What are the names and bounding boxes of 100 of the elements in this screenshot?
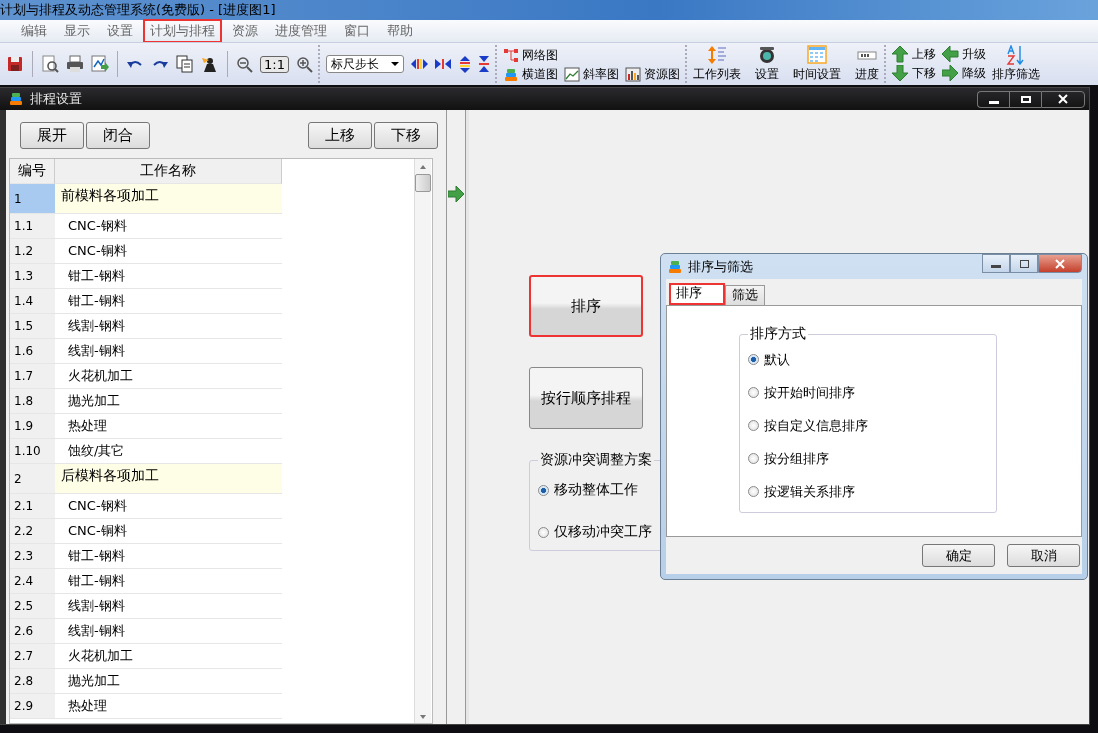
column-header[interactable]: 编号 — [10, 159, 55, 184]
table-cell: CNC-铜料 — [55, 239, 282, 264]
table-cell: 抛光加工 — [55, 389, 282, 414]
toolbar-button[interactable]: 上移 — [308, 122, 372, 149]
up-arrow-icon — [891, 46, 909, 63]
zoom-reset-button[interactable]: 1:1 — [260, 55, 289, 73]
toolbar-button[interactable]: 排序筛选 — [991, 45, 1040, 83]
view-button[interactable]: 资源图 — [624, 66, 680, 83]
vertical-collapse-icon[interactable] — [477, 55, 490, 73]
radio-button[interactable] — [748, 387, 759, 398]
row-number[interactable]: 2.9 — [10, 694, 55, 719]
menu-item[interactable]: 帮助 — [380, 19, 420, 43]
menu-item[interactable]: 编辑 — [14, 19, 54, 43]
row-number[interactable]: 1.9 — [10, 414, 55, 439]
collapse-arrows-icon[interactable] — [434, 58, 452, 70]
toolbar-button[interactable]: 下移 — [374, 122, 438, 149]
person-icon[interactable] — [201, 55, 219, 73]
table-cell: 钳工-钢料 — [55, 264, 282, 289]
radio-label: 移动整体工作 — [554, 481, 638, 499]
print-icon[interactable] — [66, 55, 84, 73]
scrollbar[interactable] — [414, 159, 431, 723]
maximize-button[interactable] — [1010, 254, 1038, 273]
row-number[interactable]: 2.7 — [10, 644, 55, 669]
tab[interactable]: 排序 — [669, 283, 725, 305]
close-button[interactable] — [1041, 90, 1085, 108]
row-number[interactable]: 1 — [10, 184, 55, 214]
row-number[interactable]: 1.8 — [10, 389, 55, 414]
column-header[interactable]: 工作名称 — [55, 159, 282, 184]
table-cell: 后模料各项加工 — [55, 464, 282, 494]
left-arrow-icon — [941, 46, 959, 63]
copy-icon[interactable] — [176, 55, 194, 73]
row-number[interactable]: 2.3 — [10, 544, 55, 569]
vertical-expand-icon[interactable] — [458, 55, 471, 73]
row-number[interactable]: 1.6 — [10, 339, 55, 364]
menu-item[interactable]: 资源 — [225, 19, 265, 43]
menu-item[interactable]: 显示 — [57, 19, 97, 43]
toolbar-button[interactable]: 时间设置 — [792, 45, 841, 83]
row-number[interactable]: 2.6 — [10, 619, 55, 644]
radio-button[interactable] — [748, 486, 759, 497]
maximize-button[interactable] — [1009, 90, 1041, 108]
scroll-thumb[interactable] — [415, 174, 431, 192]
expand-arrows-icon[interactable] — [410, 58, 428, 70]
row-number[interactable]: 1.1 — [10, 214, 55, 239]
minimize-button[interactable] — [977, 90, 1009, 108]
toolbar-button[interactable]: 工作列表 — [692, 45, 741, 83]
close-icon — [1055, 258, 1065, 269]
save-icon[interactable] — [6, 55, 24, 73]
toolbar-button[interactable]: 闭合 — [86, 122, 150, 149]
tab[interactable]: 筛选 — [725, 285, 765, 305]
toolbar-button[interactable]: 展开 — [20, 122, 84, 149]
radio-button[interactable] — [748, 354, 759, 365]
row-number[interactable]: 2.8 — [10, 669, 55, 694]
down-arrow-icon — [891, 65, 909, 82]
table-cell: 钳工-铜料 — [55, 569, 282, 594]
row-number[interactable]: 1.2 — [10, 239, 55, 264]
table-cell: 线割-钢料 — [55, 594, 282, 619]
row-number[interactable]: 2 — [10, 464, 55, 494]
right-arrow-icon[interactable] — [447, 186, 465, 203]
table-cell: 线割-铜料 — [55, 339, 282, 364]
minimize-button[interactable] — [982, 254, 1010, 273]
row-number[interactable]: 1.7 — [10, 364, 55, 389]
view-button[interactable]: 网络图 — [502, 47, 558, 64]
window-title: 计划与排程及动态管理系统(免费版) - [进度图1] — [0, 1, 276, 19]
menu-item[interactable]: 设置 — [100, 19, 140, 43]
stack-icon — [502, 67, 519, 82]
toolbar-button[interactable]: 上移 — [891, 46, 936, 63]
row-number[interactable]: 2.2 — [10, 519, 55, 544]
toolbar-button[interactable]: 进度 — [854, 45, 879, 83]
action-button[interactable]: 排序 — [529, 275, 643, 337]
row-number[interactable]: 2.4 — [10, 569, 55, 594]
dialog-button[interactable]: 取消 — [1007, 544, 1080, 567]
radio-button[interactable] — [538, 526, 549, 538]
menu-item[interactable]: 进度管理 — [268, 19, 334, 43]
row-number[interactable]: 1.5 — [10, 314, 55, 339]
dialog-button[interactable]: 确定 — [922, 544, 995, 567]
menu-item[interactable]: 窗口 — [337, 19, 377, 43]
toolbar-button[interactable]: 降级 — [941, 65, 986, 82]
row-number[interactable]: 2.5 — [10, 594, 55, 619]
toolbar-button[interactable]: 下移 — [891, 65, 936, 82]
row-number[interactable]: 1.3 — [10, 264, 55, 289]
right-arrow-icon — [941, 65, 959, 82]
scroll-down-icon — [420, 715, 426, 719]
radio-button[interactable] — [748, 453, 759, 464]
export-icon[interactable] — [91, 55, 109, 73]
close-icon — [1058, 94, 1068, 104]
zoom-out-icon[interactable] — [236, 55, 253, 73]
toolbar-button[interactable]: 升级 — [941, 46, 986, 63]
row-number[interactable]: 2.1 — [10, 494, 55, 519]
zoom-in-icon[interactable] — [295, 55, 313, 73]
row-number[interactable]: 1.4 — [10, 289, 55, 314]
toolbar-button[interactable]: 设置 — [754, 45, 779, 83]
view-button[interactable]: 横道图 — [502, 66, 558, 83]
ruler-dropdown[interactable]: 标尺步长 — [325, 55, 404, 73]
dialog-title: 排序与筛选 — [688, 257, 753, 276]
view-button[interactable]: 斜率图 — [563, 66, 619, 83]
preview-icon[interactable] — [41, 55, 59, 73]
row-number[interactable]: 1.10 — [10, 439, 55, 464]
radio-button[interactable] — [538, 484, 549, 496]
radio-button[interactable] — [748, 420, 759, 431]
action-button[interactable]: 按行顺序排程 — [529, 367, 643, 429]
